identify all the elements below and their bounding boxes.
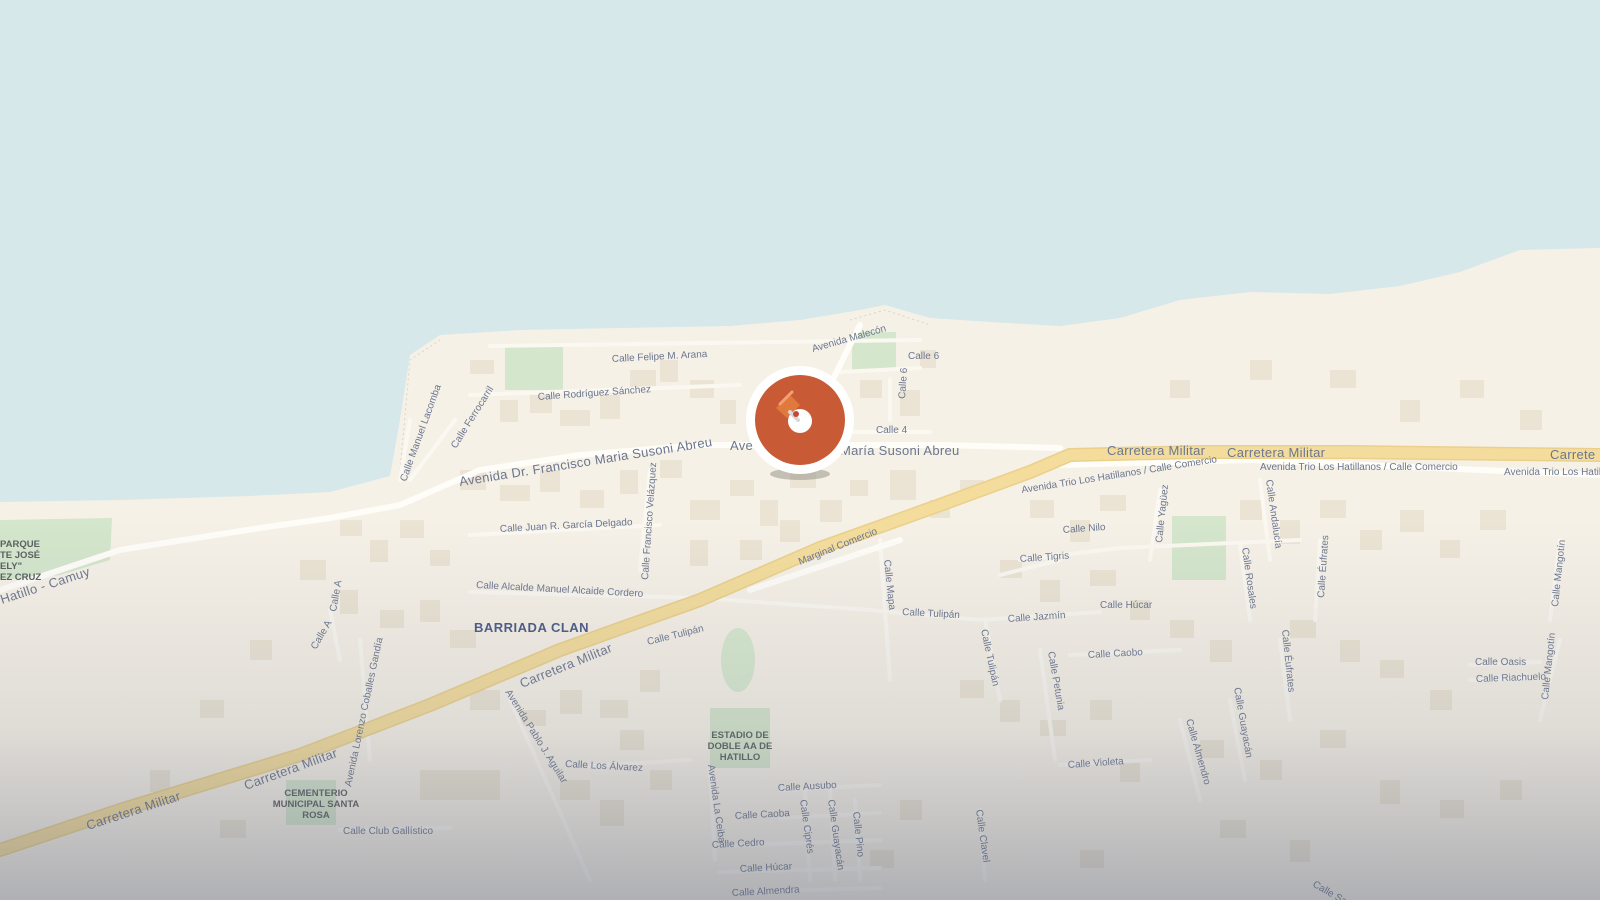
label-avenida-susoni-left: Ave bbox=[730, 438, 753, 453]
poi-parque-line-4: EZ CRUZ bbox=[0, 572, 41, 583]
label-calle-4: Calle 4 bbox=[876, 425, 908, 436]
poi-cementerio-line-1: CEMENTERIO bbox=[284, 788, 347, 799]
label-carretera-militar-4: Carretera Militar bbox=[1107, 443, 1206, 458]
poi-parque-line-2: TE JOSÉ bbox=[0, 550, 40, 561]
poi-parque-line-1: PARQUE bbox=[0, 539, 40, 550]
label-avenida-trio-3: Avenida Trio Los Hatil bbox=[1504, 467, 1600, 478]
label-carretera-militar-edge: Carrete bbox=[1550, 447, 1595, 462]
poi-estadio-line-2: DOBLE AA DE bbox=[708, 741, 773, 752]
area-label-barriada-clan: BARRIADA CLAN bbox=[474, 620, 589, 635]
label-calle-hucar: Calle Húcar bbox=[1100, 600, 1153, 611]
poi-cementerio-line-3: ROSA bbox=[302, 810, 330, 821]
map-canvas[interactable]: Carretera Militar Carretera Militar Carr… bbox=[0, 0, 1600, 900]
label-calle-oasis: Calle Oasis bbox=[1475, 657, 1526, 668]
label-carretera-militar-5: Carretera Militar bbox=[1227, 445, 1326, 460]
label-avenida-susoni-right: María Susoni Abreu bbox=[840, 443, 960, 458]
poi-parque-line-3: ELY" bbox=[0, 561, 22, 572]
poi-estadio-line-1: ESTADIO DE bbox=[711, 730, 768, 741]
poi-cementerio-line-2: MUNICIPAL SANTA bbox=[273, 799, 360, 810]
label-calle-6-top: Calle 6 bbox=[908, 351, 940, 362]
label-calle-club: Calle Club Gallístico bbox=[343, 826, 433, 837]
label-avenida-trio-2: Avenida Trio Los Hatillanos / Calle Come… bbox=[1260, 462, 1458, 473]
label-calle-6-vertical: Calle 6 bbox=[897, 367, 910, 399]
poi-estadio-line-3: HATILLO bbox=[720, 752, 760, 763]
